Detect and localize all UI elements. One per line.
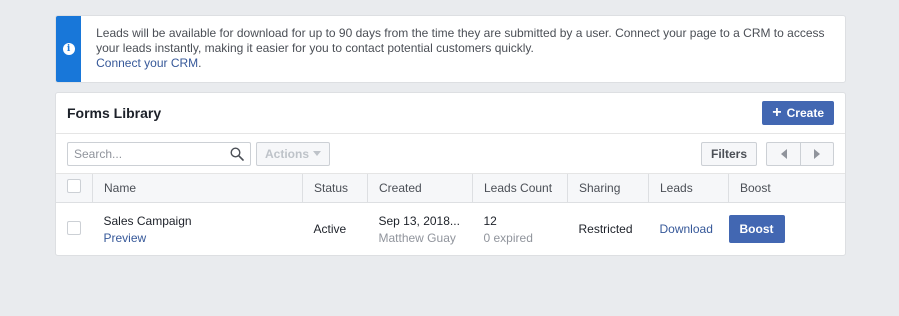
connect-crm-link[interactable]: Connect your CRM bbox=[96, 56, 198, 70]
created-by: Matthew Guay bbox=[378, 230, 456, 245]
notice-text: Leads will be available for download for… bbox=[81, 16, 845, 82]
column-header-sharing[interactable]: Sharing bbox=[567, 174, 649, 203]
sharing-cell: Restricted bbox=[578, 222, 633, 237]
row-select-cell bbox=[56, 202, 93, 256]
column-header-leads[interactable]: Leads bbox=[648, 174, 729, 203]
lead-download-notice: i Leads will be available for download f… bbox=[55, 15, 846, 83]
column-header-created[interactable]: Created bbox=[367, 174, 473, 203]
chevron-down-icon bbox=[313, 151, 322, 156]
next-page-button[interactable] bbox=[800, 142, 833, 165]
create-button-label: Create bbox=[786, 106, 824, 120]
search-box bbox=[67, 141, 251, 166]
boost-cell: Boost bbox=[728, 202, 846, 256]
info-icon: i bbox=[62, 43, 75, 55]
column-header-boost[interactable]: Boost bbox=[728, 174, 845, 203]
select-all-checkbox[interactable] bbox=[67, 179, 81, 194]
status-cell: Active bbox=[313, 222, 347, 237]
search-icon[interactable] bbox=[230, 146, 244, 161]
actions-label: Actions bbox=[265, 146, 310, 161]
boost-button[interactable]: Boost bbox=[728, 215, 785, 244]
row-checkbox[interactable] bbox=[67, 220, 81, 235]
page-title: Forms Library bbox=[67, 105, 162, 121]
toolbar: Actions Filters bbox=[56, 134, 845, 174]
chevron-left-icon bbox=[780, 148, 787, 159]
column-header-name[interactable]: Name bbox=[92, 174, 303, 203]
table-row: Sales Campaign Preview Active Sep 13, 20… bbox=[56, 202, 845, 256]
notice-link-suffix: . bbox=[198, 56, 202, 70]
created-date: Sep 13, 2018... bbox=[378, 213, 460, 228]
select-all-cell bbox=[56, 174, 93, 203]
chevron-right-icon bbox=[814, 148, 820, 159]
created-cell: Sep 13, 2018... Matthew Guay bbox=[368, 202, 473, 256]
leads-cell: Download bbox=[649, 202, 729, 256]
forms-library-panel: Forms Library + Create Actions Filters bbox=[55, 92, 846, 256]
create-button[interactable]: + Create bbox=[762, 101, 834, 125]
leads-count: 12 bbox=[483, 213, 497, 228]
search-input[interactable] bbox=[74, 146, 230, 161]
column-header-status[interactable]: Status bbox=[302, 174, 368, 203]
form-name-cell: Sales Campaign Preview bbox=[93, 202, 303, 256]
table-header-row: Name Status Created Leads Count Sharing … bbox=[56, 174, 845, 203]
preview-link[interactable]: Preview bbox=[104, 231, 292, 245]
filters-button[interactable]: Filters bbox=[700, 141, 757, 166]
actions-dropdown[interactable]: Actions bbox=[256, 141, 331, 166]
forms-table: Name Status Created Leads Count Sharing … bbox=[56, 174, 845, 256]
notice-accent-bar: i bbox=[56, 16, 82, 82]
previous-page-button[interactable] bbox=[767, 143, 800, 165]
panel-header: Forms Library + Create bbox=[56, 93, 845, 134]
notice-message: Leads will be available for download for… bbox=[96, 26, 825, 55]
pagination bbox=[766, 141, 834, 166]
leads-count-cell: 12 0 expired bbox=[473, 202, 568, 256]
form-name[interactable]: Sales Campaign bbox=[104, 214, 292, 228]
download-link[interactable]: Download bbox=[660, 222, 713, 236]
expired-count: 0 expired bbox=[483, 230, 533, 245]
plus-icon: + bbox=[772, 104, 782, 121]
column-header-leads-count[interactable]: Leads Count bbox=[472, 174, 568, 203]
